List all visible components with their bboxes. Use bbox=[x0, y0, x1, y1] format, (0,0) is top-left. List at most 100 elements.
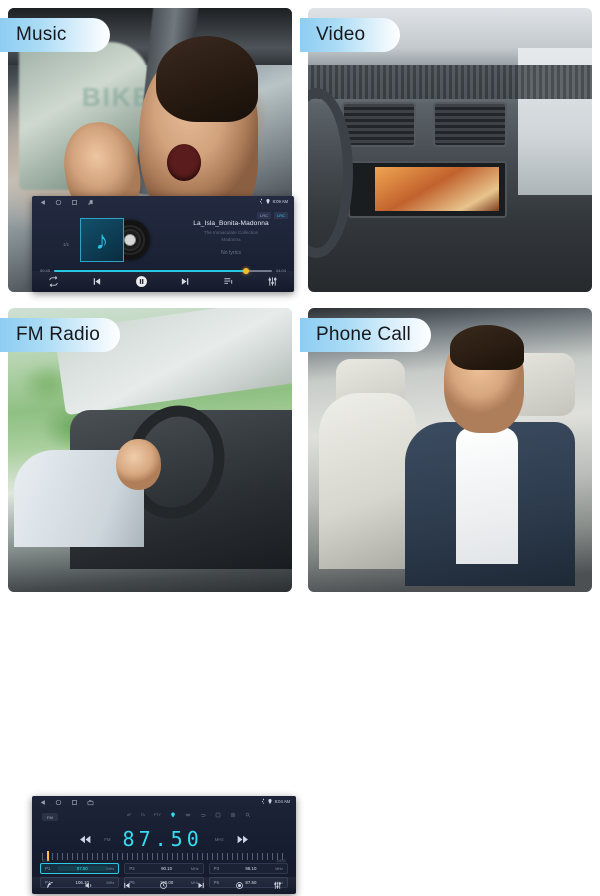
track-album: The Immaculate Collection bbox=[203, 230, 259, 235]
search-icon[interactable] bbox=[245, 812, 251, 818]
preset-frequency: 87.50 bbox=[58, 866, 107, 871]
band-chip[interactable]: FM bbox=[42, 813, 58, 821]
label-video-text: Video bbox=[316, 24, 366, 45]
save-icon[interactable] bbox=[215, 812, 221, 818]
fm-toolbar: AF TA PTY bbox=[127, 812, 251, 818]
frequency-value: 87.50 bbox=[122, 827, 203, 851]
fm-controls bbox=[32, 877, 296, 893]
pty-toggle[interactable]: PTY bbox=[154, 813, 161, 817]
recents-icon[interactable] bbox=[71, 199, 78, 206]
music-player-screen: 8:09 AM LRC LRC ♪ 1/1 La_Isla_Bonita-Mad… bbox=[32, 196, 294, 292]
preset-unit: MHz bbox=[275, 866, 283, 871]
fm-navbar bbox=[32, 796, 296, 809]
track-title: La_Isla_Bonita-Madonna bbox=[193, 220, 269, 227]
ta-toggle[interactable]: TA bbox=[141, 813, 145, 817]
repeat-icon[interactable] bbox=[48, 275, 59, 287]
pause-icon[interactable] bbox=[135, 275, 148, 288]
preset-unit: MHz bbox=[190, 866, 199, 871]
next-icon[interactable] bbox=[180, 276, 191, 287]
air-vent-right bbox=[432, 101, 507, 148]
track-artist: Madonna bbox=[221, 236, 241, 242]
preset-number: P1 bbox=[45, 866, 51, 871]
music-navbar bbox=[32, 196, 294, 209]
head-unit bbox=[347, 161, 507, 219]
home-icon[interactable] bbox=[55, 799, 62, 806]
fm-status-time: 8:04 AM bbox=[274, 798, 290, 804]
auto-search-icon[interactable] bbox=[159, 881, 168, 890]
dash-defroster bbox=[308, 64, 592, 99]
fm-status-area: 8:04 AM bbox=[261, 798, 290, 804]
settings-icon[interactable] bbox=[230, 812, 236, 818]
preset-frequency: 90.10 bbox=[161, 866, 173, 871]
volume-icon[interactable] bbox=[84, 881, 93, 890]
seat-left bbox=[319, 393, 416, 570]
label-phone-call-text: Phone Call bbox=[316, 324, 411, 345]
radio-band-icon[interactable] bbox=[235, 881, 244, 890]
frequency-unit: MHz bbox=[214, 836, 224, 842]
music-status-time: 8:09 AM bbox=[272, 198, 288, 204]
track-lyrics: No lyrics bbox=[221, 249, 241, 256]
radio-icon[interactable] bbox=[87, 799, 94, 806]
preset-number: P3 bbox=[213, 866, 220, 871]
panel-music: BIKE Music 8:09 AM LRC LRC ♪ 1/1 La_Isla… bbox=[0, 0, 300, 300]
location-icon bbox=[268, 798, 272, 804]
music-status-area: 8:09 AM bbox=[259, 198, 288, 204]
fm-band-label: FM bbox=[104, 836, 111, 842]
air-vent-left bbox=[342, 101, 416, 148]
preset-number: P2 bbox=[129, 866, 135, 871]
panel-grid: BIKE Music 8:09 AM LRC LRC ♪ 1/1 La_Isla… bbox=[0, 0, 600, 894]
track-index: 1/1 bbox=[62, 242, 70, 247]
location-icon bbox=[266, 198, 270, 204]
label-music-text: Music bbox=[16, 24, 67, 45]
panel-fm-radio: FM Radio 8:04 AM FM AF TA PTY FM 87.50 M… bbox=[0, 300, 300, 894]
location-pin-icon[interactable] bbox=[170, 812, 176, 818]
equalizer-icon[interactable] bbox=[267, 276, 278, 287]
playlist-icon[interactable] bbox=[223, 276, 234, 287]
track-info: La_Isla_Bonita-Madonna The Immaculate Co… bbox=[172, 220, 290, 256]
music-note-icon[interactable] bbox=[87, 199, 94, 206]
lyrics-list-chip[interactable]: LRC bbox=[256, 212, 271, 219]
preset-p3[interactable]: P3 98.10 MHz bbox=[208, 863, 288, 874]
seek-previous-icon[interactable] bbox=[122, 881, 131, 890]
music-controls bbox=[32, 271, 294, 291]
panel-video: Video 8:13 AM 01/1 Tasty Dishes High Def… bbox=[300, 0, 600, 300]
head-unit-screen bbox=[374, 166, 499, 211]
back-icon[interactable] bbox=[39, 799, 46, 806]
af-toggle[interactable]: AF bbox=[127, 813, 132, 817]
label-music: Music bbox=[0, 18, 110, 52]
home-icon[interactable] bbox=[55, 199, 62, 206]
lyrics-lrc-chip[interactable]: LRC bbox=[273, 212, 288, 219]
dial-ticks bbox=[42, 853, 286, 860]
fm-radio-screen: 8:04 AM FM AF TA PTY FM 87.50 MHz 87.50 … bbox=[32, 796, 296, 894]
equalizer-icon[interactable] bbox=[273, 881, 282, 890]
tuning-dial[interactable]: 87.50 108.00 bbox=[42, 851, 286, 863]
loop-icon[interactable] bbox=[200, 812, 206, 818]
preset-unit: MHz bbox=[106, 866, 115, 871]
tune-up-icon[interactable] bbox=[236, 833, 249, 846]
person-hair bbox=[450, 325, 524, 371]
preset-frequency: 98.10 bbox=[245, 866, 257, 871]
preset-p1[interactable]: P1 87.50 MHz bbox=[40, 863, 120, 874]
tune-down-icon[interactable] bbox=[79, 833, 92, 846]
album-cover: ♪ bbox=[80, 218, 124, 262]
bluetooth-icon bbox=[259, 198, 262, 204]
panel-phone-call: Phone Call 4G 16:34 bbox=[300, 300, 600, 600]
label-fm-radio-text: FM Radio bbox=[16, 324, 100, 345]
previous-icon[interactable] bbox=[91, 276, 102, 287]
label-fm-radio: FM Radio bbox=[0, 318, 120, 352]
album-art-area: ♪ bbox=[80, 218, 150, 262]
label-phone-call: Phone Call bbox=[300, 318, 431, 352]
back-icon[interactable] bbox=[39, 199, 46, 206]
music-note-glyph: ♪ bbox=[95, 225, 109, 255]
label-video: Video bbox=[300, 18, 400, 52]
scan-icon[interactable] bbox=[46, 881, 55, 890]
driver-hand bbox=[115, 438, 162, 490]
person-shirt bbox=[455, 427, 519, 564]
preset-p2[interactable]: P2 90.10 MHz bbox=[124, 863, 204, 874]
lrc-toggle-group[interactable]: LRC LRC bbox=[256, 212, 288, 219]
stereo-icon[interactable] bbox=[185, 812, 191, 818]
seek-next-icon[interactable] bbox=[197, 881, 206, 890]
recents-icon[interactable] bbox=[71, 799, 78, 806]
frequency-row: FM 87.50 MHz bbox=[32, 826, 296, 852]
person-hair bbox=[155, 36, 258, 122]
